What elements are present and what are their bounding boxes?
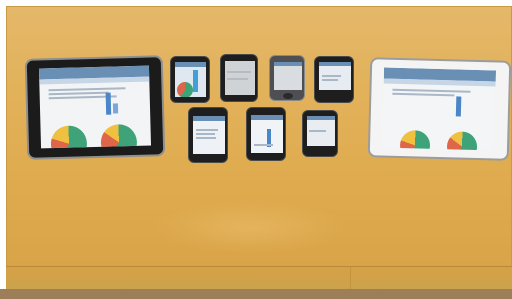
- table-edge: [6, 266, 512, 290]
- light-reflection: [150, 200, 350, 255]
- tablet-screen: [38, 65, 152, 149]
- phone-6: [246, 107, 286, 161]
- phone-7: [302, 110, 338, 157]
- phone-2: [220, 54, 258, 102]
- phone-5: [188, 107, 228, 163]
- table-joint: [350, 266, 351, 290]
- tablet-black: [24, 55, 166, 160]
- photo-scene: [0, 0, 512, 299]
- phone-4: [314, 56, 354, 103]
- phone-3: [269, 55, 305, 101]
- floor: [0, 289, 512, 299]
- tablet-screen: [381, 67, 497, 151]
- tablet-white: [367, 57, 512, 161]
- phone-1: [170, 56, 210, 103]
